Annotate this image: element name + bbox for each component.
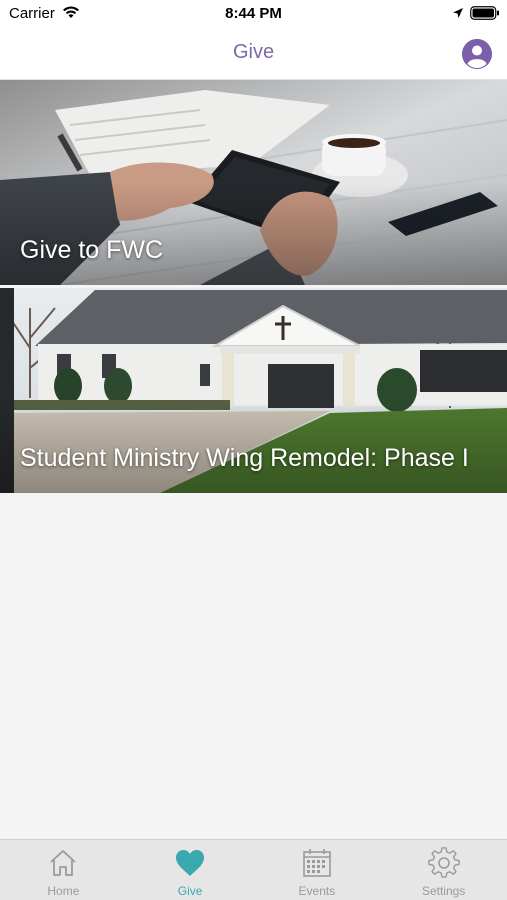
- gear-icon: [427, 847, 460, 878]
- tab-label: Home: [47, 884, 80, 898]
- page-title: Give: [232, 41, 275, 63]
- status-time: 8:44 PM: [225, 5, 282, 22]
- calendar-icon: [303, 849, 331, 877]
- tab-label: Settings: [421, 884, 466, 898]
- home-icon: [50, 850, 76, 876]
- tab-events[interactable]: Events: [254, 840, 381, 900]
- card-title: Give to FWC: [20, 236, 164, 264]
- card-title: Student Ministry Wing Remodel: Phase I: [20, 444, 469, 472]
- heart-icon: [176, 850, 205, 876]
- profile-button[interactable]: [462, 39, 492, 69]
- tab-home[interactable]: Home: [0, 840, 127, 900]
- tab-give[interactable]: Give: [127, 840, 254, 900]
- tab-label: Give: [177, 884, 203, 898]
- status-bar: Carrier 8:44 PM: [0, 0, 507, 28]
- person-circle-icon: [462, 39, 492, 69]
- student-ministry-wing-card[interactable]: Student Ministry Wing Remodel: Phase I: [0, 288, 507, 493]
- tab-bar: Home Give Events Settings: [0, 839, 507, 900]
- tab-label: Events: [298, 884, 336, 898]
- tab-settings[interactable]: Settings: [380, 840, 507, 900]
- location-icon: [453, 8, 463, 18]
- battery-icon: [470, 6, 499, 20]
- navigation-bar: Give: [0, 28, 507, 80]
- give-to-fwc-card[interactable]: Give to FWC: [0, 80, 507, 285]
